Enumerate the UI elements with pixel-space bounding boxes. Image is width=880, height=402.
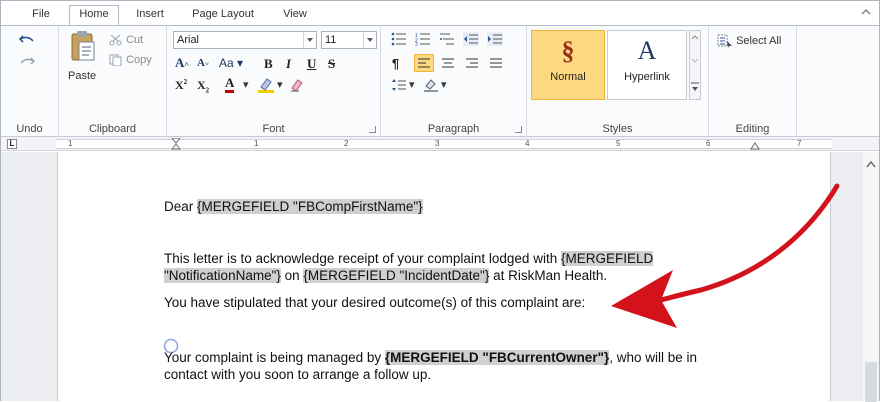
bullets-icon[interactable] [391, 32, 407, 46]
style-hyperlink-label: Hyperlink [624, 71, 670, 83]
strikethrough-button[interactable]: S [328, 56, 335, 72]
select-all-button[interactable]: Select All [717, 34, 781, 48]
select-all-icon [717, 34, 732, 48]
clipboard-group-label: Clipboard [88, 123, 137, 135]
style-hyperlink-glyph: A [637, 36, 657, 65]
copy-icon [109, 54, 122, 67]
font-group: Arial 11 A˄ A˅ Aa ▾ B I U S X2 X2 A ▾ ▾ … [167, 26, 381, 137]
highlight-dropdown[interactable]: ▾ [277, 78, 283, 91]
undo-group-label: Undo [16, 123, 43, 135]
styles-group-label: Styles [602, 123, 633, 135]
font-dialog-launcher-icon[interactable] [369, 126, 376, 133]
document-area: Dear {MERGEFIELD "FBCompFirstName"} This… [1, 152, 861, 401]
undo-group: Undo [1, 26, 59, 137]
redo-icon[interactable] [19, 54, 35, 68]
tab-stop-selector-icon[interactable]: L [7, 139, 17, 149]
rich-text-editor: File Home Insert Page Layout View Undo P… [0, 0, 880, 402]
superscript-icon[interactable]: X2 [175, 78, 187, 93]
increase-indent-icon[interactable] [487, 32, 503, 46]
vertical-scrollbar[interactable] [861, 152, 879, 402]
ruler-number: 3 [435, 139, 440, 148]
ruler-track: 1 1 2 3 4 5 6 7 [56, 138, 832, 150]
tab-insert[interactable]: Insert [125, 6, 175, 25]
align-center-icon[interactable] [441, 56, 455, 70]
scrollbar-thumb[interactable] [865, 362, 877, 402]
bold-button[interactable]: B [264, 56, 273, 72]
shading-icon[interactable] [423, 78, 439, 92]
red-annotation-arrow [611, 183, 840, 328]
multilevel-list-icon[interactable] [439, 32, 455, 46]
justify-icon[interactable] [489, 56, 503, 70]
right-indent-marker-icon[interactable] [750, 141, 760, 150]
subscript-icon[interactable]: X2 [197, 78, 209, 94]
font-size-value: 11 [325, 34, 337, 46]
tab-home[interactable]: Home [69, 5, 119, 25]
ribbon-tab-bar: File Home Insert Page Layout View [1, 1, 879, 25]
ruler-number: 5 [616, 139, 621, 148]
font-family-select[interactable]: Arial [173, 31, 317, 49]
tab-page-layout[interactable]: Page Layout [183, 6, 263, 25]
align-right-icon[interactable] [465, 56, 479, 70]
italic-button[interactable]: I [286, 56, 291, 72]
editing-group: Select All Editing [709, 26, 797, 137]
chevron-down-icon [303, 32, 316, 48]
font-group-label: Font [262, 123, 285, 135]
ribbon: Undo Paste Cut Copy Clipboard Arial 11 A… [1, 25, 879, 137]
styles-gallery-scroll[interactable] [689, 30, 701, 100]
paragraph-dialog-launcher-icon[interactable] [515, 126, 522, 133]
section-sign-icon: § [561, 36, 575, 65]
paragraph-group-label: Paragraph [427, 123, 480, 135]
font-color-icon[interactable]: A [225, 76, 235, 93]
highlight-icon[interactable] [257, 77, 275, 93]
svg-text:3: 3 [415, 42, 418, 46]
paste-button[interactable]: Paste [68, 70, 96, 82]
collapse-ribbon-icon[interactable] [861, 7, 871, 17]
decrease-indent-icon[interactable] [463, 32, 479, 46]
change-case-icon[interactable]: Aa ▾ [219, 56, 243, 70]
tab-file[interactable]: File [21, 6, 61, 25]
grow-font-icon[interactable]: A˄ [175, 55, 189, 71]
select-all-label: Select All [736, 34, 782, 47]
show-formatting-marks-icon[interactable]: ¶ [392, 56, 399, 71]
tab-view[interactable]: View [273, 6, 317, 25]
font-size-select[interactable]: 11 [321, 31, 377, 49]
styles-group: § Normal A Hyperlink Styles [527, 26, 709, 137]
clipboard-group: Paste Cut Copy Clipboard [59, 26, 167, 137]
gallery-scroll-arrows-icon [691, 35, 699, 91]
font-color-dropdown[interactable]: ▾ [243, 78, 249, 91]
numbering-icon[interactable]: 123 [415, 32, 431, 46]
horizontal-ruler[interactable]: L 1 1 2 3 4 5 6 7 [1, 137, 879, 151]
style-normal-label: Normal [550, 71, 586, 83]
copy-button[interactable]: Copy [109, 54, 152, 67]
shading-dropdown[interactable]: ▾ [441, 78, 447, 91]
paragraph-group: 123 ¶ ▾ ▾ Paragraph [381, 26, 527, 137]
style-normal[interactable]: § Normal [531, 30, 605, 100]
paste-icon[interactable] [69, 30, 97, 64]
cut-label: Cut [126, 34, 144, 46]
ruler-number: 1 [68, 139, 73, 148]
ruler-number: 2 [344, 139, 349, 148]
ruler-number: 1 [254, 139, 259, 148]
copy-label: Copy [126, 54, 152, 66]
chevron-down-icon [363, 32, 376, 48]
font-family-value: Arial [177, 34, 200, 46]
style-hyperlink[interactable]: A Hyperlink [607, 30, 687, 100]
scissors-icon [109, 34, 122, 46]
shrink-font-icon[interactable]: A˅ [197, 57, 209, 69]
line-spacing-icon[interactable] [391, 78, 407, 92]
ruler-number: 4 [525, 139, 530, 148]
scroll-up-icon[interactable] [866, 160, 876, 168]
ruler-number: 6 [706, 139, 711, 148]
underline-button[interactable]: U [307, 56, 316, 72]
ruler-number: 7 [797, 139, 802, 148]
left-indent-marker-icon[interactable] [171, 138, 181, 150]
cut-button[interactable]: Cut [109, 34, 143, 46]
editing-group-label: Editing [735, 123, 770, 135]
line-spacing-dropdown[interactable]: ▾ [409, 78, 415, 91]
clear-formatting-icon[interactable] [289, 77, 305, 93]
align-left-icon[interactable] [414, 54, 434, 72]
undo-icon[interactable] [19, 32, 35, 46]
